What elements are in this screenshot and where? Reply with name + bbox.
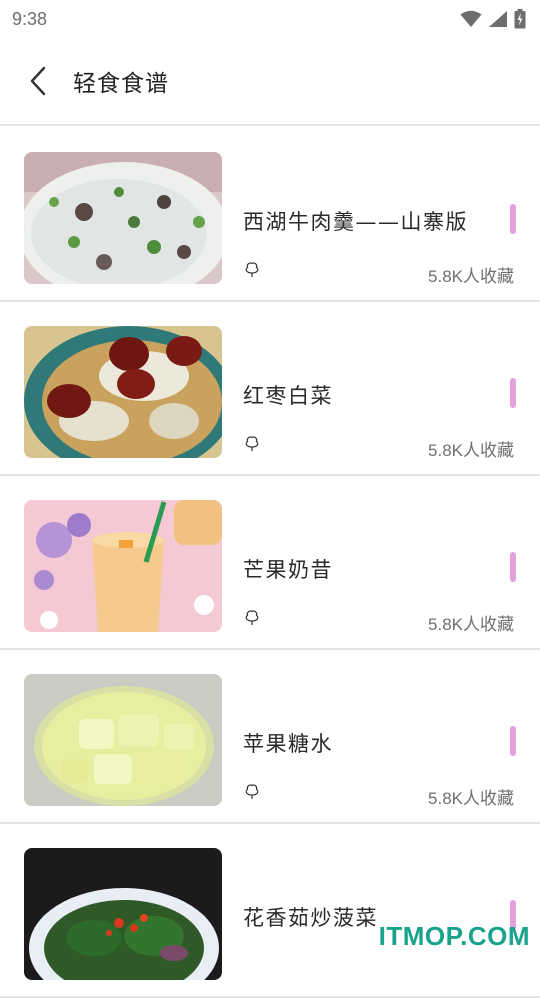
favorite-count: 5.8K人收藏	[428, 784, 514, 809]
watermark: ITMOP.COM	[379, 921, 530, 952]
recipe-thumbnail[interactable]	[24, 152, 222, 284]
toolbar: 轻食食谱	[0, 38, 540, 126]
favorite-count: 5.8K人收藏	[428, 436, 514, 461]
list-item[interactable]: 红枣白菜 5.8K人收藏	[0, 302, 540, 476]
list-item[interactable]: 苹果糖水 5.8K人收藏	[0, 650, 540, 824]
recipe-title[interactable]: 红枣白菜	[243, 380, 333, 410]
list-item[interactable]: 芒果奶昔 5.8K人收藏	[0, 476, 540, 650]
favorite-count: 5.8K人收藏	[428, 262, 514, 287]
accent-bar	[510, 378, 516, 408]
page-title: 轻食食谱	[73, 64, 169, 98]
accent-bar	[510, 726, 516, 756]
recipe-title[interactable]: 西湖牛肉羹——山寨版	[243, 206, 468, 236]
tree-icon	[243, 608, 261, 626]
recipe-list[interactable]: 西湖牛肉羹——山寨版 5.8K人收藏 红枣白菜 5.8K人收藏	[0, 128, 540, 998]
back-button[interactable]	[0, 37, 78, 125]
chevron-left-icon	[29, 66, 47, 96]
recipe-title[interactable]: 苹果糖水	[243, 728, 333, 758]
status-icons	[460, 9, 526, 29]
recipe-thumbnail[interactable]	[24, 674, 222, 806]
recipe-thumbnail[interactable]	[24, 500, 222, 632]
recipe-title[interactable]: 花香茹炒菠菜	[243, 902, 378, 932]
recipe-thumbnail[interactable]	[24, 326, 222, 458]
accent-bar	[510, 204, 516, 234]
tree-icon	[243, 782, 261, 800]
accent-bar	[510, 552, 516, 582]
recipe-title[interactable]: 芒果奶昔	[243, 554, 333, 584]
wifi-icon	[460, 10, 482, 28]
recipe-thumbnail[interactable]	[24, 848, 222, 980]
list-item[interactable]: 花香茹炒菠菜	[0, 824, 540, 998]
battery-icon	[514, 9, 526, 29]
status-bar: 9:38	[0, 0, 540, 38]
list-item[interactable]: 西湖牛肉羹——山寨版 5.8K人收藏	[0, 128, 540, 302]
favorite-count: 5.8K人收藏	[428, 610, 514, 635]
signal-icon	[488, 10, 508, 28]
status-time: 9:38	[12, 9, 47, 30]
tree-icon	[243, 260, 261, 278]
tree-icon	[243, 434, 261, 452]
